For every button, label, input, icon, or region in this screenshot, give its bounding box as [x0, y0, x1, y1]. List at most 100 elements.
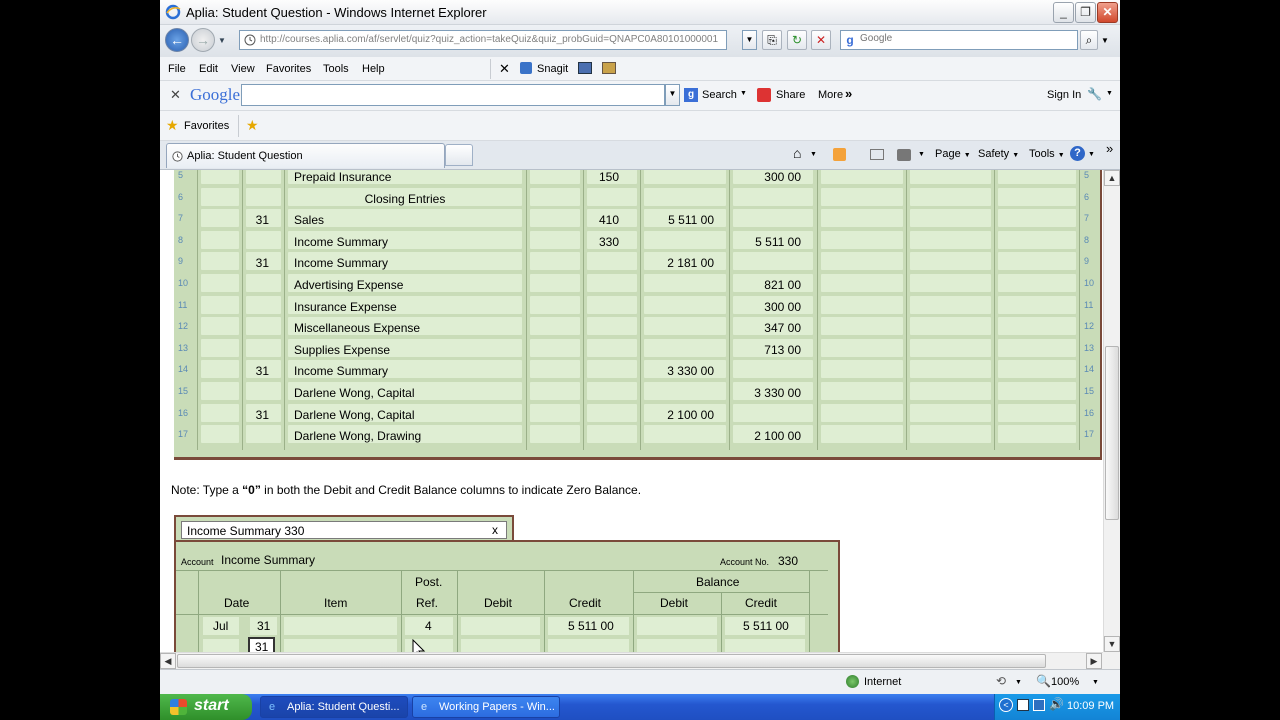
ledger-day-input[interactable]: 31	[248, 637, 275, 652]
journal-day-cell[interactable]	[246, 230, 281, 249]
journal-day-cell[interactable]	[246, 187, 281, 206]
tab-aplia[interactable]: Aplia: Student Question	[166, 143, 445, 168]
journal-month-cell[interactable]	[201, 187, 239, 206]
journal-extra-debit-cell[interactable]	[821, 274, 903, 292]
journal-description-cell[interactable]: Sales	[288, 209, 522, 228]
ledger-debit-cell[interactable]	[461, 639, 540, 652]
journal-day-cell[interactable]: 31	[246, 403, 281, 422]
home-dropdown-icon[interactable]: ▼	[810, 151, 817, 158]
back-button[interactable]: ←	[165, 28, 189, 52]
ledger-credit-cell[interactable]	[548, 639, 629, 652]
ledger-balance-debit-cell[interactable]	[637, 639, 717, 652]
journal-blank-cell[interactable]	[530, 274, 580, 292]
snagit-button[interactable]: Snagit	[537, 63, 568, 75]
journal-day-cell[interactable]	[246, 317, 281, 336]
ledger-month-cell[interactable]: Jul	[203, 617, 239, 635]
journal-ref-cell[interactable]	[587, 187, 637, 206]
journal-credit-cell[interactable]	[733, 187, 813, 206]
ledger-close-button[interactable]: x	[492, 523, 498, 537]
journal-extra-debit-cell[interactable]	[821, 360, 903, 379]
stop-icon[interactable]: ✕	[811, 30, 831, 50]
search-box[interactable]: g	[840, 30, 1078, 50]
journal-credit-cell[interactable]: 300 00	[733, 295, 813, 314]
scroll-down-button[interactable]: ▼	[1104, 636, 1120, 652]
page-menu[interactable]: Page ▼	[935, 148, 971, 160]
journal-description-cell[interactable]: Darlene Wong, Drawing	[288, 425, 522, 444]
search-go-icon[interactable]: ⌕	[1080, 30, 1098, 50]
journal-day-cell[interactable]	[246, 338, 281, 357]
journal-debit-cell[interactable]	[644, 187, 726, 206]
compatibility-view-icon[interactable]: ⎘	[762, 30, 782, 50]
journal-ref-cell[interactable]	[587, 317, 637, 336]
journal-debit-cell[interactable]	[644, 338, 726, 357]
journal-description-cell[interactable]: Advertising Expense	[288, 274, 522, 292]
scroll-right-button[interactable]: ▶	[1086, 653, 1102, 669]
journal-ref-cell[interactable]	[587, 274, 637, 292]
journal-extra-debit-cell[interactable]	[821, 230, 903, 249]
journal-credit-cell[interactable]	[733, 403, 813, 422]
taskbar-working-papers[interactable]: e Working Papers - Win...	[412, 696, 560, 718]
zoom-level[interactable]: 100%	[1051, 676, 1079, 688]
help-dropdown-icon[interactable]: ▼	[1088, 151, 1095, 158]
journal-extra-credit-cell[interactable]	[910, 274, 991, 292]
journal-description-cell[interactable]: Darlene Wong, Capital	[288, 382, 522, 400]
journal-month-cell[interactable]	[201, 230, 239, 249]
journal-description-cell[interactable]: Closing Entries	[288, 187, 522, 206]
journal-extra-cell[interactable]	[998, 170, 1076, 184]
ledger-balance-credit-cell[interactable]: 5 511 00	[725, 617, 805, 635]
journal-credit-cell[interactable]: 347 00	[733, 317, 813, 336]
journal-blank-cell[interactable]	[530, 252, 580, 271]
journal-blank-cell[interactable]	[530, 170, 580, 184]
journal-extra-cell[interactable]	[998, 317, 1076, 336]
more-button[interactable]: More	[818, 89, 843, 101]
journal-blank-cell[interactable]	[530, 209, 580, 228]
journal-description-cell[interactable]: Supplies Expense	[288, 338, 522, 357]
share-button[interactable]: Share	[776, 89, 805, 101]
journal-extra-credit-cell[interactable]	[910, 209, 991, 228]
zoom-icon[interactable]: 🔍	[1036, 674, 1051, 688]
journal-description-cell[interactable]: Darlene Wong, Capital	[288, 403, 522, 422]
journal-credit-cell[interactable]: 5 511 00	[733, 230, 813, 249]
journal-credit-cell[interactable]: 3 330 00	[733, 382, 813, 400]
journal-extra-debit-cell[interactable]	[821, 425, 903, 444]
journal-ref-cell[interactable]	[587, 403, 637, 422]
journal-credit-cell[interactable]	[733, 209, 813, 228]
journal-extra-debit-cell[interactable]	[821, 187, 903, 206]
journal-debit-cell[interactable]	[644, 230, 726, 249]
minimize-button[interactable]: _	[1053, 2, 1074, 23]
start-button[interactable]: start	[160, 694, 252, 720]
journal-extra-cell[interactable]	[998, 360, 1076, 379]
snagit-capture-icon[interactable]	[578, 62, 592, 74]
address-dropdown-button[interactable]: ▼	[742, 30, 757, 50]
journal-extra-credit-cell[interactable]	[910, 252, 991, 271]
feeds-icon[interactable]	[833, 148, 846, 161]
journal-day-cell[interactable]	[246, 295, 281, 314]
journal-extra-cell[interactable]	[998, 295, 1076, 314]
menu-view[interactable]: View	[231, 63, 255, 75]
journal-day-cell[interactable]: 31	[246, 209, 281, 228]
ledger-ref-cell[interactable]: 4	[405, 617, 453, 635]
journal-day-cell[interactable]	[246, 425, 281, 444]
journal-blank-cell[interactable]	[530, 382, 580, 400]
journal-description-cell[interactable]: Insurance Expense	[288, 295, 522, 314]
journal-ref-cell[interactable]	[587, 295, 637, 314]
journal-description-cell[interactable]: Miscellaneous Expense	[288, 317, 522, 336]
journal-description-cell[interactable]: Prepaid Insurance	[288, 170, 522, 184]
journal-ref-cell[interactable]	[587, 425, 637, 444]
protected-mode-icon[interactable]: ⟲	[996, 674, 1006, 688]
wrench-icon[interactable]: 🔧	[1087, 87, 1102, 101]
restore-button[interactable]: ❐	[1075, 2, 1096, 23]
journal-extra-cell[interactable]	[998, 209, 1076, 228]
ledger-credit-cell[interactable]: 5 511 00	[548, 617, 629, 635]
journal-credit-cell[interactable]	[733, 252, 813, 271]
journal-day-cell[interactable]: 31	[246, 360, 281, 379]
journal-month-cell[interactable]	[201, 209, 239, 228]
tray-expand-icon[interactable]: <	[999, 698, 1013, 712]
journal-month-cell[interactable]	[201, 252, 239, 271]
read-mail-icon[interactable]	[870, 149, 884, 160]
forward-button[interactable]: →	[191, 28, 215, 52]
journal-extra-debit-cell[interactable]	[821, 338, 903, 357]
journal-credit-cell[interactable]: 300 00	[733, 170, 813, 184]
journal-ref-cell[interactable]	[587, 382, 637, 400]
journal-blank-cell[interactable]	[530, 295, 580, 314]
